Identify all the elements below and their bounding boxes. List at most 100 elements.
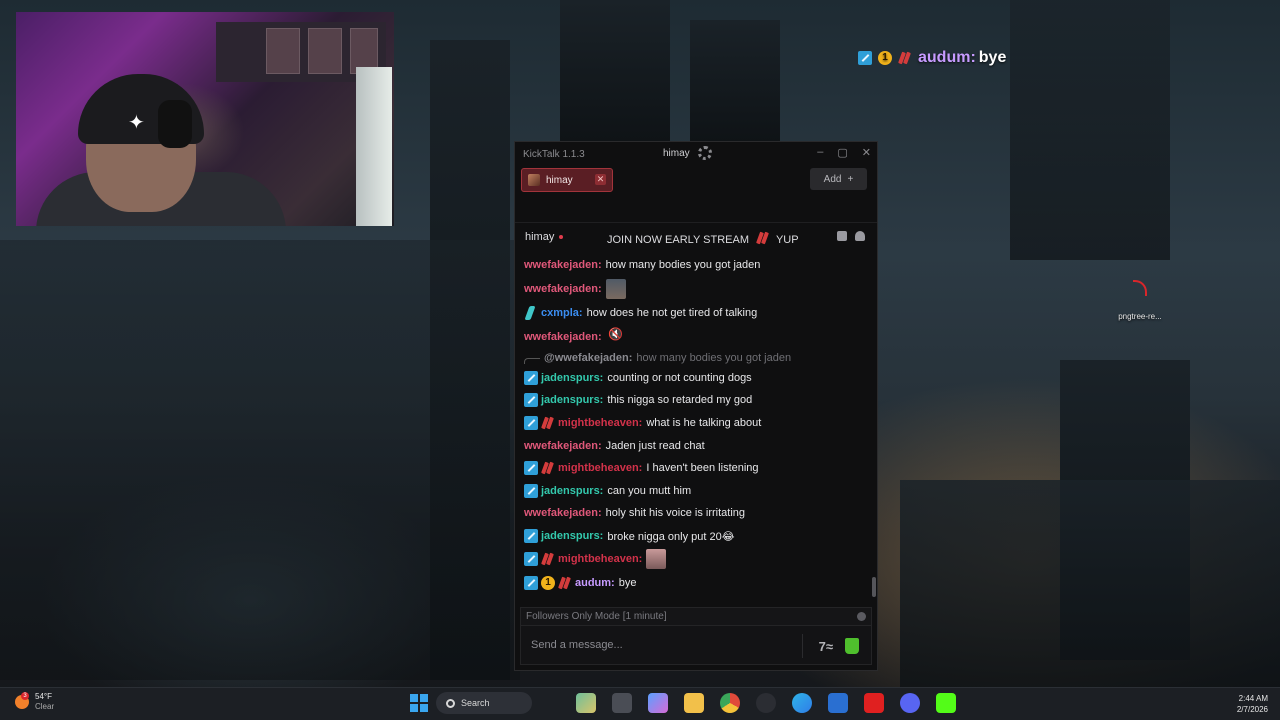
webcam-feed: ✦ xyxy=(16,12,394,226)
live-indicator-icon xyxy=(559,234,564,239)
chat-text: counting or not counting dogs xyxy=(607,371,752,384)
moderator-badge-icon xyxy=(524,552,538,567)
chat-message: 1 audum: bye xyxy=(524,571,867,595)
chat-username[interactable]: audum: xyxy=(575,577,615,589)
bolt-badge-icon xyxy=(524,306,538,320)
sword-badge-icon xyxy=(898,51,912,65)
chat-message: jadenspurs: broke nigga only put 20😂 xyxy=(524,525,867,548)
close-button[interactable]: ✕ xyxy=(862,146,871,159)
moderator-badge-icon xyxy=(524,416,538,431)
chat-message: wwefakejaden: holy shit his voice is irr… xyxy=(524,502,867,525)
store-icon[interactable] xyxy=(828,693,848,713)
sword-badge-icon xyxy=(558,576,572,590)
copilot-icon[interactable] xyxy=(648,693,668,713)
divider xyxy=(802,634,803,658)
youtube-icon[interactable] xyxy=(864,693,884,713)
chat-username[interactable]: wwefakejaden: xyxy=(524,259,602,271)
chat-username[interactable]: mightbeheaven: xyxy=(558,417,642,429)
moderator-badge-icon xyxy=(524,461,538,476)
chat-message: mightbeheaven: I haven't been listening xyxy=(524,457,867,480)
moderator-badge-icon xyxy=(858,51,872,65)
message-input[interactable] xyxy=(531,639,791,651)
moderator-badge-icon xyxy=(524,576,538,591)
pin-icon[interactable] xyxy=(837,231,847,241)
chat-username[interactable]: cxmpla: xyxy=(541,307,583,319)
clock-time: 2:44 AM xyxy=(1238,694,1268,703)
sword-badge-icon xyxy=(541,416,555,430)
weather-sun-icon: 3 xyxy=(15,692,29,709)
chat-username[interactable]: wwefakejaden: xyxy=(524,507,602,519)
headset xyxy=(158,100,192,148)
settings-gear-icon[interactable] xyxy=(697,146,712,160)
system-clock[interactable]: 2:44 AM 2/7/2026 xyxy=(1237,693,1268,715)
chat-message: cxmpla: how does he not get tired of tal… xyxy=(524,301,867,325)
tab-label: himay xyxy=(546,174,573,186)
poster xyxy=(266,28,300,74)
windows-start-icon[interactable] xyxy=(410,694,428,712)
minimize-button[interactable]: – xyxy=(817,146,823,159)
reply-reference[interactable]: @wwefakejaden: how many bodies you got j… xyxy=(524,349,867,367)
stream-title-emote-icon xyxy=(756,231,770,245)
moderator-badge-icon xyxy=(524,483,538,498)
stream-title: JOIN NOW EARLY STREAM YUP xyxy=(607,231,799,246)
chat-text: this nigga so retarded my god xyxy=(607,394,753,407)
moderator-badge-icon xyxy=(524,370,538,385)
chat-text: I haven't been listening xyxy=(646,462,759,475)
chat-username[interactable]: jadenspurs: xyxy=(541,530,603,542)
info-icon[interactable] xyxy=(857,612,866,621)
weather-badge: 3 xyxy=(21,692,29,700)
chat-username[interactable]: jadenspurs: xyxy=(541,372,603,384)
clock-date: 2/7/2026 xyxy=(1236,705,1268,714)
file-explorer-icon[interactable] xyxy=(684,693,704,713)
kicktalk-emotes-icon[interactable]: 7≈ xyxy=(819,639,833,654)
chat-message: wwefakejaden: 🔇 xyxy=(524,325,867,349)
face-emote-icon xyxy=(646,549,667,570)
chat-username[interactable]: jadenspurs: xyxy=(541,394,603,406)
sword-badge-icon xyxy=(541,461,555,475)
desktop-shortcut[interactable]: pngtree-re... xyxy=(1112,278,1168,321)
title-bar[interactable]: KickTalk 1.1.3 himay – ▢ ✕ xyxy=(515,142,877,166)
task-view-icon[interactable] xyxy=(612,693,632,713)
maximize-button[interactable]: ▢ xyxy=(837,146,847,159)
stream-title-suffix: YUP xyxy=(775,234,799,246)
chat-username[interactable]: mightbeheaven: xyxy=(558,553,642,565)
desktop-shortcut-label: pngtree-re... xyxy=(1118,312,1162,321)
widgets-icon[interactable] xyxy=(576,693,596,713)
chat-username[interactable]: wwefakejaden: xyxy=(524,283,602,295)
overlay-chat-message: 1 audum: bye xyxy=(858,47,1006,69)
edge-icon[interactable] xyxy=(792,693,812,713)
poster xyxy=(308,28,342,74)
search-icon xyxy=(446,698,455,708)
chat-text: how many bodies you got jaden xyxy=(605,259,761,272)
mute-emote-icon: 🔇 xyxy=(608,326,624,341)
gold-badge-icon: 1 xyxy=(541,576,555,591)
chat-username[interactable]: wwefakejaden: xyxy=(524,440,602,452)
chat-message: mightbeheaven: what is he talking about xyxy=(524,412,867,435)
chat-message: jadenspurs: this nigga so retarded my go… xyxy=(524,389,867,412)
taskbar-apps: Search xyxy=(410,692,960,714)
add-channel-button[interactable]: Add + xyxy=(810,168,867,190)
kick-icon[interactable] xyxy=(936,693,956,713)
tab-close-icon[interactable]: ✕ xyxy=(595,174,606,185)
chat-text: bye xyxy=(618,577,637,590)
chat-scrollbar[interactable] xyxy=(872,577,876,597)
chat-username[interactable]: wwefakejaden: xyxy=(524,331,602,343)
obs-icon[interactable] xyxy=(756,693,776,713)
chat-username[interactable]: jadenspurs: xyxy=(541,485,603,497)
chrome-icon[interactable] xyxy=(720,693,740,713)
moderator-badge-icon xyxy=(524,393,538,408)
taskbar-search[interactable]: Search xyxy=(436,692,532,714)
tab-himay[interactable]: himay ✕ xyxy=(521,168,613,192)
weather-widget[interactable]: 3 54°F Clear xyxy=(15,692,54,712)
chat-messages[interactable]: wwefakejaden: how many bodies you got ja… xyxy=(515,254,867,597)
reply-curve-icon xyxy=(524,357,540,364)
chat-text: holy shit his voice is irritating xyxy=(605,507,746,520)
add-button-label: Add xyxy=(823,173,842,185)
user-list-icon[interactable] xyxy=(855,231,865,241)
kick-emote-picker-icon[interactable] xyxy=(845,638,859,654)
discord-icon[interactable] xyxy=(900,693,920,713)
reply-username: @wwefakejaden: xyxy=(544,351,633,364)
stream-title-text: JOIN NOW EARLY STREAM xyxy=(607,234,750,246)
chat-username[interactable]: mightbeheaven: xyxy=(558,462,642,474)
followers-mode-text: Followers Only Mode [1 minute] xyxy=(526,611,667,622)
